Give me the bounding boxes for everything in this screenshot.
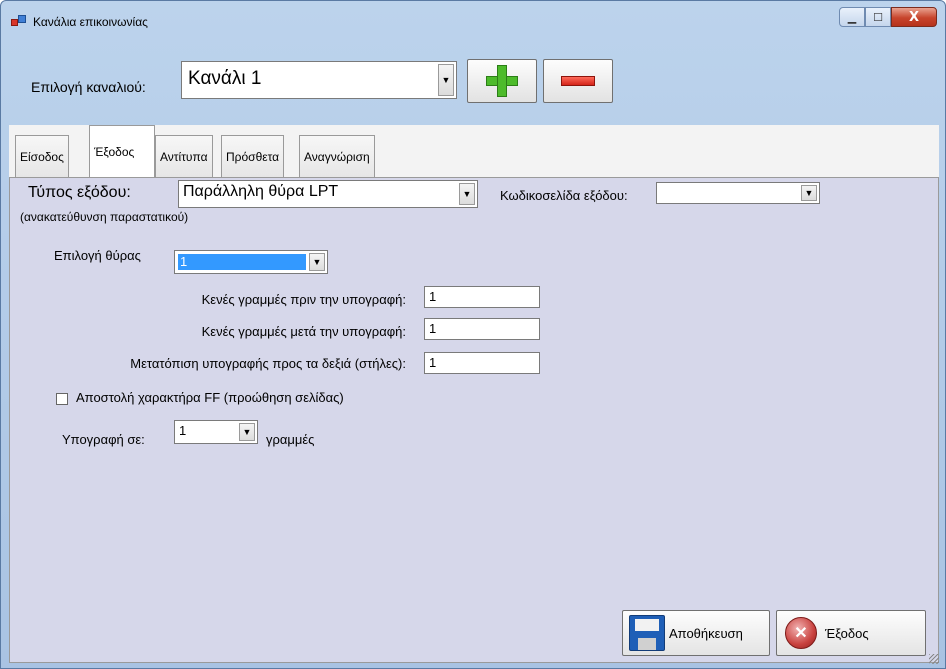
output-tab-page: Τύπος εξόδου: (ανακατεύθυνση παραστατικο… [9, 177, 939, 663]
remove-channel-button[interactable] [543, 59, 613, 103]
plus-icon [486, 65, 518, 97]
exit-button-label: Έξοδος [825, 625, 869, 641]
window-controls: ▁ ☐ X [839, 7, 937, 29]
cancel-icon: ✕ [785, 617, 817, 649]
chevron-down-icon[interactable]: ▼ [239, 423, 255, 441]
close-button[interactable]: X [891, 7, 937, 27]
blank-after-label: Κενές γραμμές μετά την υπογραφή: [201, 324, 406, 339]
signature-label: Υπογραφή σε: [62, 432, 145, 447]
port-label: Επιλογή θύρας [54, 248, 141, 263]
ff-checkbox[interactable] [56, 393, 68, 405]
blank-before-label: Κενές γραμμές πριν την υπογραφή: [201, 292, 406, 307]
blank-before-field[interactable]: 1 [424, 286, 540, 308]
save-button-label: Αποθήκευση [669, 625, 743, 641]
exit-button[interactable]: ✕ Έξοδος [776, 610, 926, 656]
channel-panel: Επιλογή καναλιού: Κανάλι 1 ▼ [9, 45, 939, 119]
port-value: 1 [178, 254, 306, 270]
output-type-sublabel: (ανακατεύθυνση παραστατικού) [20, 210, 189, 224]
minus-icon [561, 76, 595, 86]
resize-grip[interactable] [929, 654, 939, 664]
save-button[interactable]: Αποθήκευση [622, 610, 770, 656]
add-channel-button[interactable] [467, 59, 537, 103]
tab-recognition[interactable]: Αναγνώριση [299, 135, 375, 177]
blank-after-field[interactable]: 1 [424, 318, 540, 340]
floppy-disk-icon [629, 615, 665, 651]
output-type-label: Τύπος εξόδου: [28, 184, 131, 201]
port-select[interactable]: 1 ▼ [174, 250, 328, 274]
channel-label: Επιλογή καναλιού: [31, 79, 146, 95]
title-bar[interactable]: Κανάλια επικοινωνίας ▁ ☐ X [1, 1, 945, 45]
tab-bar: Είσοδος Έξοδος Αντίτυπα Πρόσθετα Αναγνώρ… [9, 125, 939, 177]
output-type-value: Παράλληλη θύρα LPT [183, 183, 339, 200]
chevron-down-icon[interactable]: ▼ [309, 253, 325, 271]
window-title: Κανάλια επικοινωνίας [33, 15, 148, 29]
minimize-button[interactable]: ▁ [839, 7, 865, 27]
chevron-down-icon[interactable]: ▼ [459, 183, 475, 205]
channel-select[interactable]: Κανάλι 1 ▼ [181, 61, 457, 99]
channel-value: Κανάλι 1 [188, 68, 262, 89]
tab-input[interactable]: Είσοδος [15, 135, 69, 177]
chevron-down-icon[interactable]: ▼ [801, 185, 817, 201]
chevron-down-icon[interactable]: ▼ [438, 64, 454, 96]
app-icon [11, 15, 27, 29]
signature-unit-label: γραμμές [266, 432, 315, 447]
channels-window: Κανάλια επικοινωνίας ▁ ☐ X Επιλογή καναλ… [0, 0, 946, 669]
maximize-button[interactable]: ☐ [865, 7, 891, 27]
ff-checkbox-label[interactable]: Αποστολή χαρακτήρα FF (προώθηση σελίδας) [76, 390, 344, 405]
codepage-select[interactable]: ▼ [656, 182, 820, 204]
tab-extras[interactable]: Πρόσθετα [221, 135, 285, 177]
tab-output[interactable]: Έξοδος [89, 125, 155, 177]
tab-copies[interactable]: Αντίτυπα [155, 135, 213, 177]
output-type-select[interactable]: Παράλληλη θύρα LPT ▼ [178, 180, 478, 208]
signature-lines-select[interactable]: 1 ▼ [174, 420, 258, 444]
codepage-label: Κωδικοσελίδα εξόδου: [500, 188, 628, 203]
signature-shift-field[interactable]: 1 [424, 352, 540, 374]
signature-shift-label: Μετατόπιση υπογραφής προς τα δεξιά (στήλ… [130, 356, 406, 371]
signature-lines-value: 1 [179, 423, 187, 438]
